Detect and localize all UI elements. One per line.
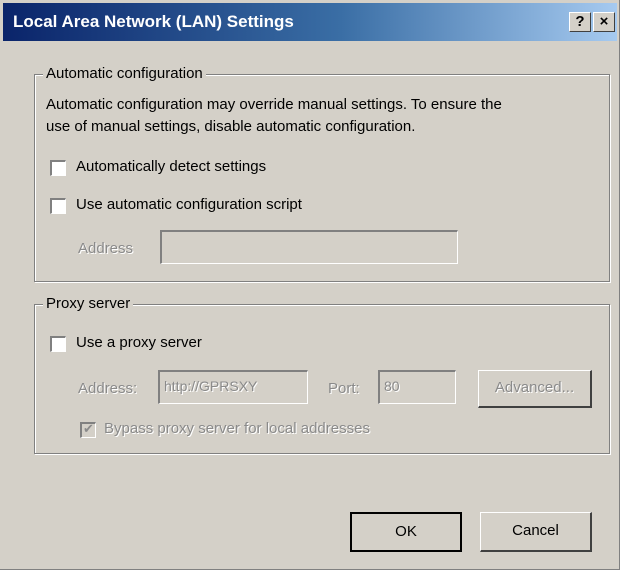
- auto-detect-checkbox[interactable]: [50, 160, 66, 176]
- auto-detect-label[interactable]: Automatically detect settings: [76, 158, 266, 175]
- use-proxy-label[interactable]: Use a proxy server: [76, 334, 202, 351]
- checkmark-icon: ✔: [83, 421, 94, 436]
- window-title: Local Area Network (LAN) Settings: [13, 12, 294, 31]
- close-button[interactable]: ×: [593, 12, 615, 32]
- proxy-port-input[interactable]: 80: [378, 370, 456, 404]
- advanced-button[interactable]: Advanced...: [478, 370, 592, 408]
- script-address-input[interactable]: [160, 230, 458, 264]
- proxy-address-input[interactable]: http://GPRSXY: [158, 370, 308, 404]
- proxy-address-label: Address:: [78, 380, 138, 397]
- use-proxy-checkbox[interactable]: [50, 336, 66, 352]
- auto-config-script-checkbox[interactable]: [50, 198, 66, 214]
- auto-config-description-line1: Automatic configuration may override man…: [46, 96, 502, 113]
- script-address-label: Address: [78, 240, 134, 257]
- automatic-configuration-legend: Automatic configuration: [43, 65, 206, 82]
- cancel-button-label: Cancel: [512, 522, 559, 539]
- auto-config-script-label[interactable]: Use automatic configuration script: [76, 196, 302, 213]
- title-bar[interactable]: Local Area Network (LAN) Settings ? ×: [3, 3, 617, 41]
- auto-config-description-line2: use of manual settings, disable automati…: [46, 118, 416, 135]
- cancel-button[interactable]: Cancel: [480, 512, 592, 552]
- advanced-button-label: Advanced...: [494, 379, 575, 396]
- lan-settings-dialog: Local Area Network (LAN) Settings ? × Au…: [0, 0, 620, 570]
- help-button[interactable]: ?: [569, 12, 591, 32]
- bypass-local-checkbox[interactable]: ✔: [80, 421, 96, 438]
- ok-button[interactable]: OK: [350, 512, 462, 552]
- bypass-local-label[interactable]: Bypass proxy server for local addresses: [104, 420, 370, 437]
- proxy-server-legend: Proxy server: [43, 295, 134, 312]
- proxy-port-label: Port:: [328, 380, 360, 397]
- ok-button-label: OK: [395, 523, 417, 540]
